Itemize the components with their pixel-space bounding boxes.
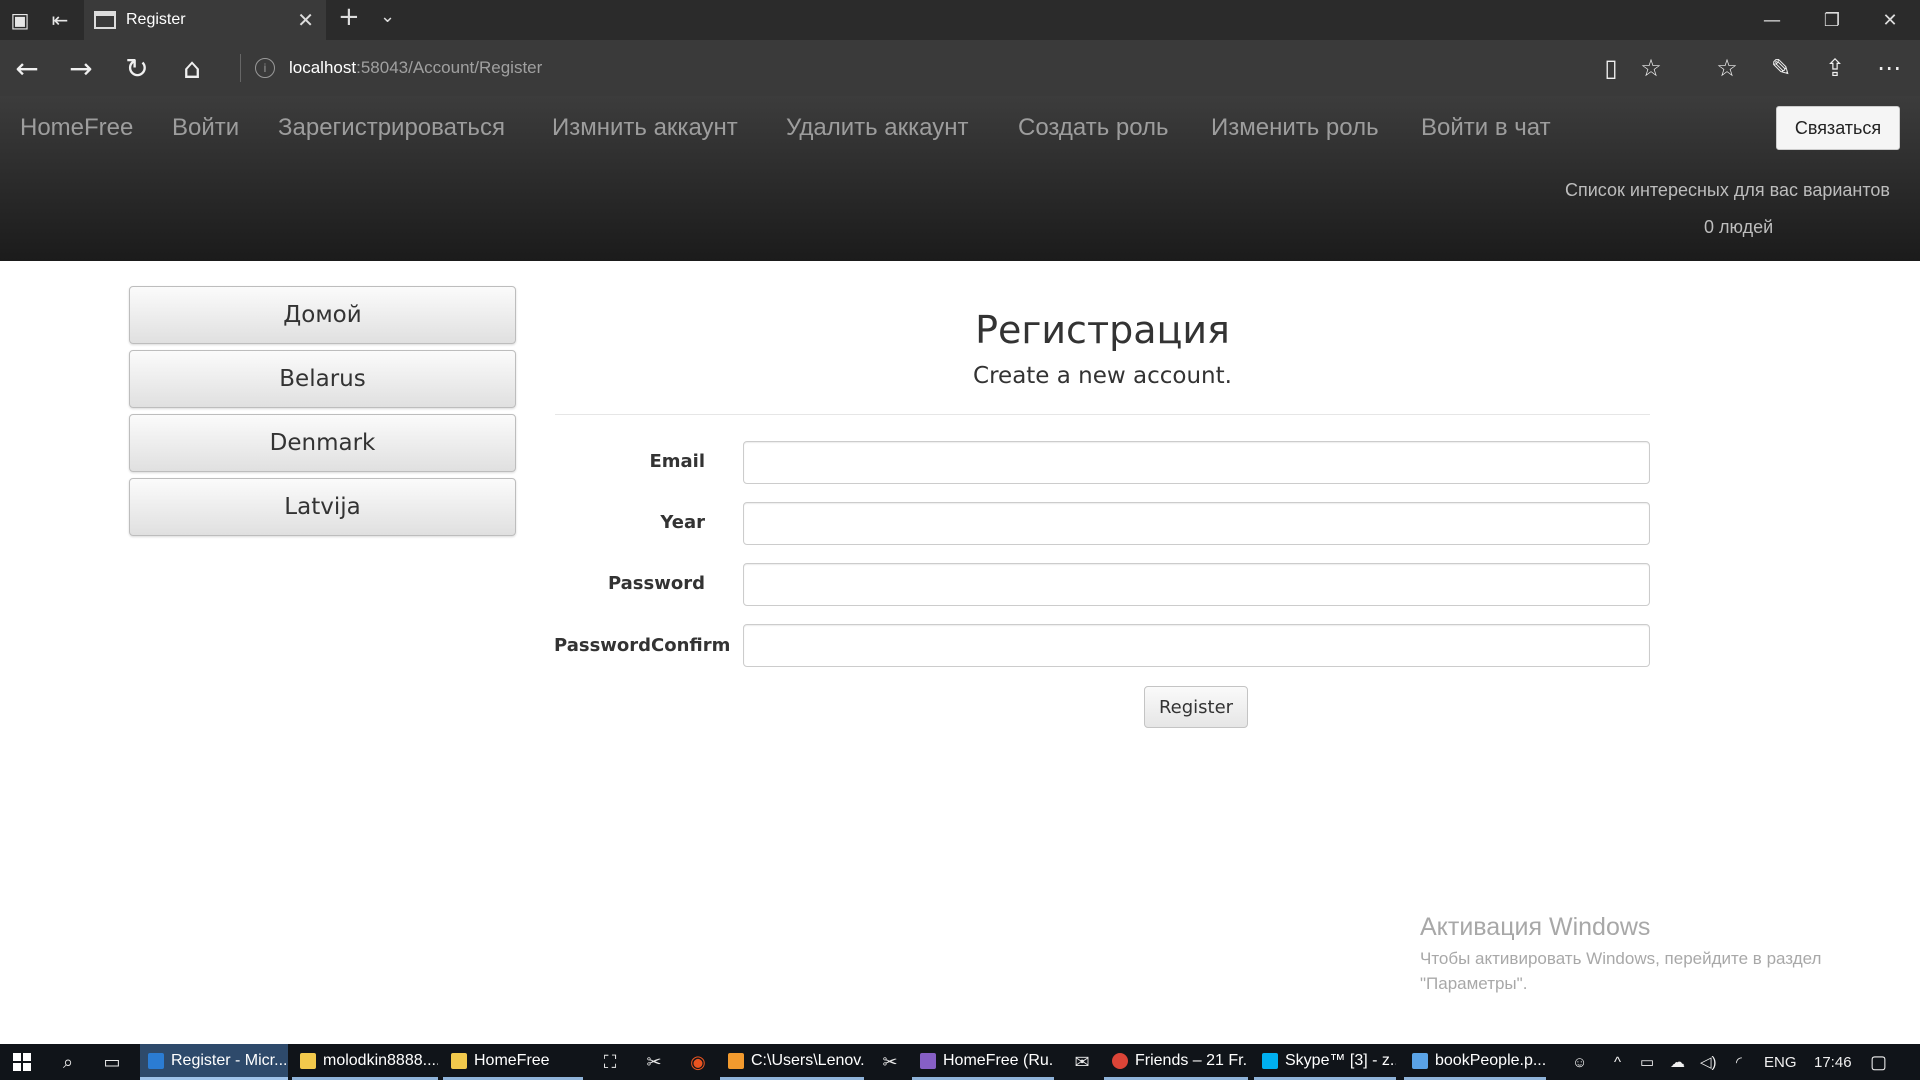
toolbar-divider: [240, 54, 241, 82]
people-count: 0 людей: [1704, 217, 1774, 237]
page-icon: [94, 11, 116, 29]
sidebar-item-home[interactable]: Домой: [129, 286, 516, 344]
sidebar-item-latvija[interactable]: Latvija: [129, 478, 516, 536]
favorites-hub-icon[interactable]: ☆: [1700, 40, 1754, 96]
nav-login[interactable]: Войти: [172, 114, 239, 142]
wifi-icon[interactable]: ◜: [1736, 1044, 1742, 1080]
tab-manager-icon[interactable]: ▣: [0, 0, 40, 40]
browser-tab-strip: ▣ ⇤ Register ✕ + ⌄ — ❐ ✕: [0, 0, 1920, 40]
taskbar: ⌕ ▭ Register - Micr... molodkin8888.... …: [0, 1044, 1920, 1080]
forward-icon[interactable]: →: [54, 40, 108, 96]
store-icon[interactable]: ⛶: [588, 1044, 632, 1080]
tab-title: Register: [126, 11, 186, 28]
skype-icon: [1262, 1052, 1278, 1069]
new-tab-button[interactable]: +: [338, 2, 360, 32]
file-icon: [1412, 1052, 1428, 1069]
taskbar-item-folder-homefree[interactable]: HomeFree: [443, 1044, 583, 1080]
address-toolbar: ← → ↻ ⌂ i localhost:58043/Account/Regist…: [0, 40, 1920, 96]
taskbar-item-label: Skype™ [3] - z...: [1285, 1051, 1396, 1069]
taskbar-item-folder-molodkin[interactable]: molodkin8888....: [292, 1044, 438, 1080]
page-subtitle: Create a new account.: [973, 363, 1232, 389]
onedrive-cloud-icon[interactable]: ☁: [1670, 1044, 1685, 1080]
minimize-button[interactable]: —: [1742, 0, 1802, 40]
folder-icon: [451, 1052, 467, 1069]
taskbar-item-bookpeople[interactable]: bookPeople.p...: [1404, 1044, 1546, 1080]
url-host: localhost: [289, 58, 357, 77]
suggestions-link[interactable]: Список интересных для вас вариантов: [1565, 180, 1890, 201]
password-label: Password: [607, 573, 705, 594]
activation-watermark-text: Чтобы активировать Windows, перейдите в …: [1420, 949, 1822, 993]
tool-icon[interactable]: ✂: [632, 1044, 676, 1080]
close-tab-icon[interactable]: ✕: [297, 8, 314, 32]
battery-icon[interactable]: ▭: [1640, 1044, 1654, 1080]
password-confirm-label: PasswordConfirm: [554, 635, 731, 656]
taskbar-item-label: C:\Users\Lenov...: [751, 1051, 864, 1069]
tool-icon-2[interactable]: ✂: [868, 1044, 912, 1080]
password-confirm-field[interactable]: [743, 624, 1650, 667]
taskbar-item-visual-studio[interactable]: HomeFree (Ru...: [912, 1044, 1054, 1080]
page-title: Регистрация: [975, 308, 1230, 352]
password-field[interactable]: [743, 563, 1650, 606]
refresh-icon[interactable]: ↻: [110, 40, 164, 96]
taskbar-item-label: Friends – 21 Fr...: [1135, 1051, 1248, 1069]
year-label: Year: [660, 512, 705, 533]
more-menu-icon[interactable]: ⋯: [1862, 40, 1916, 96]
chrome-icon: [1112, 1052, 1128, 1069]
year-field[interactable]: [743, 502, 1650, 545]
email-field[interactable]: [743, 441, 1650, 484]
register-button[interactable]: Register: [1144, 686, 1248, 728]
set-tabs-aside-icon[interactable]: ⇤: [40, 0, 80, 40]
sublime-icon: [728, 1052, 744, 1069]
taskbar-item-sublime[interactable]: C:\Users\Lenov...: [720, 1044, 864, 1080]
site-navbar: HomeFree Войти Зарегистрироваться Измнит…: [0, 96, 1920, 261]
nav-register[interactable]: Зарегистрироваться: [278, 114, 505, 142]
clock[interactable]: 17:46: [1814, 1044, 1852, 1080]
url-path: :58043/Account/Register: [356, 58, 543, 77]
navbar-brand[interactable]: HomeFree: [20, 114, 133, 142]
search-icon[interactable]: ⌕: [46, 1044, 90, 1080]
mail-icon[interactable]: ✉: [1060, 1044, 1104, 1080]
taskbar-item-label: HomeFree: [474, 1051, 550, 1069]
tray-overflow-icon[interactable]: ^: [1614, 1044, 1621, 1080]
volume-icon[interactable]: ◁): [1700, 1044, 1717, 1080]
maximize-button[interactable]: ❐: [1802, 0, 1862, 40]
notes-pen-icon[interactable]: ✎: [1754, 40, 1808, 96]
taskbar-item-label: bookPeople.p...: [1435, 1051, 1546, 1069]
people-icon[interactable]: ☺: [1572, 1044, 1587, 1080]
home-icon[interactable]: ⌂: [165, 40, 219, 96]
taskbar-item-label: molodkin8888....: [323, 1051, 438, 1069]
nav-edit-role[interactable]: Изменить роль: [1211, 114, 1379, 142]
taskbar-item-skype[interactable]: Skype™ [3] - z...: [1254, 1044, 1396, 1080]
contact-button[interactable]: Связаться: [1776, 106, 1900, 150]
language-indicator[interactable]: ENG: [1764, 1044, 1797, 1080]
address-bar[interactable]: i localhost:58043/Account/Register: [255, 40, 542, 96]
site-info-icon[interactable]: i: [255, 58, 275, 78]
form-divider: [555, 414, 1650, 415]
share-icon[interactable]: ⇪: [1808, 40, 1862, 96]
browser-tab-register[interactable]: Register ✕: [84, 0, 326, 40]
task-view-icon[interactable]: ▭: [90, 1044, 134, 1080]
start-windows-icon[interactable]: [0, 1044, 44, 1080]
sidebar-item-belarus[interactable]: Belarus: [129, 350, 516, 408]
close-window-button[interactable]: ✕: [1860, 0, 1920, 40]
visual-studio-icon: [920, 1052, 936, 1069]
notifications-icon[interactable]: ▢: [1870, 1044, 1887, 1080]
nav-chat[interactable]: Войти в чат: [1421, 114, 1551, 142]
taskbar-item-edge[interactable]: Register - Micr...: [140, 1044, 288, 1080]
ubuntu-icon[interactable]: ◉: [676, 1044, 720, 1080]
taskbar-item-label: Register - Micr...: [171, 1051, 288, 1069]
email-label: Email: [649, 451, 705, 472]
nav-delete-account[interactable]: Удалить аккаунт: [786, 114, 969, 142]
folder-icon: [300, 1052, 316, 1069]
tab-preview-chevron-icon[interactable]: ⌄: [380, 6, 395, 27]
activation-watermark-title: Активация Windows: [1420, 913, 1651, 941]
sidebar-item-denmark[interactable]: Denmark: [129, 414, 516, 472]
taskbar-item-chrome[interactable]: Friends – 21 Fr...: [1104, 1044, 1248, 1080]
taskbar-item-label: HomeFree (Ru...: [943, 1051, 1054, 1069]
favorite-star-icon[interactable]: ☆: [1624, 40, 1678, 96]
edge-icon: [148, 1052, 164, 1069]
back-icon[interactable]: ←: [0, 40, 54, 96]
nav-create-role[interactable]: Создать роль: [1018, 114, 1169, 142]
nav-edit-account[interactable]: Измнить аккаунт: [552, 114, 738, 142]
